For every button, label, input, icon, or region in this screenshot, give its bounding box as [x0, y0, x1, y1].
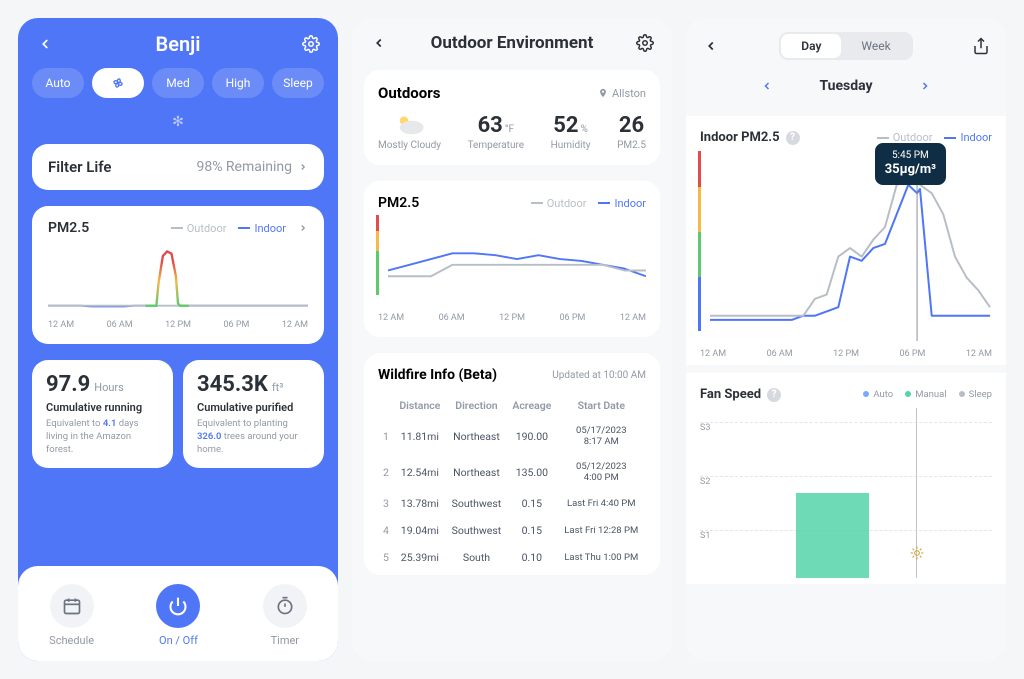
header: Day Week	[686, 18, 1006, 68]
seg-day[interactable]: Day	[781, 34, 841, 58]
temperature: 63°F Temperature	[468, 113, 525, 151]
wildfire-table: DistanceDirectionAcreageStart Date 111.8…	[378, 393, 646, 571]
level-s2: S2	[700, 477, 710, 487]
share-button[interactable]	[970, 35, 992, 57]
wildfire-title: Wildfire Info (Beta)	[378, 367, 497, 383]
stat-caption: Equivalent to planting 326.0 trees aroun…	[197, 418, 310, 456]
pm25-card: PM2.5 Outdoor Indoor 12 AM06 AM12 PM06 P…	[364, 181, 660, 337]
help-icon[interactable]: ?	[767, 388, 781, 402]
timer-button[interactable]: Timer	[263, 584, 307, 647]
pm25-card[interactable]: PM2.5 Outdoor Indoor 12 AM06 AM12 PM06 P…	[32, 206, 324, 344]
header: Benji	[18, 18, 338, 64]
filter-life-label: Filter Life	[48, 158, 112, 176]
mode-high[interactable]: High	[212, 68, 264, 98]
stat-label: Cumulative purified	[197, 401, 310, 414]
chevron-right-icon	[298, 223, 308, 233]
indoor-pm25-section: Indoor PM2.5? Outdoor Indoor 5:45 PM 35µ…	[686, 116, 1006, 365]
aqi-scale-bar	[698, 151, 701, 331]
fan-icon	[110, 75, 126, 91]
power-button[interactable]: On / Off	[156, 584, 200, 647]
timer-icon	[275, 596, 295, 616]
pm25-legend: Outdoor Indoor	[531, 197, 646, 210]
bottom-bar: Schedule On / Off Timer	[18, 566, 338, 661]
table-row[interactable]: 313.78miSouthwest0.15Last Fri 4:40 PM	[378, 490, 646, 517]
chevron-right-icon	[298, 162, 308, 172]
day-picker: Tuesday	[700, 72, 992, 104]
page-title: Benji	[156, 32, 201, 56]
fan-speed-section: Fan Speed? Auto Manual Sleep S3 S2 S1	[686, 373, 1006, 584]
x-axis: 12 AM06 AM12 PM06 PM12 AM	[378, 313, 646, 323]
help-icon[interactable]: ?	[786, 131, 800, 145]
pm25-title: PM2.5	[48, 220, 89, 236]
outdoors-title: Outdoors	[378, 84, 440, 102]
x-axis: 12 AM06 AM12 PM06 PM12 AM	[48, 320, 308, 330]
x-axis: 12 AM06 AM12 PM06 PM12 AM	[700, 349, 992, 359]
range-segmented-control: Day Week	[779, 32, 912, 60]
back-button[interactable]	[34, 33, 56, 55]
stat-value: 345.3K	[197, 372, 268, 397]
location-icon	[598, 88, 608, 98]
next-day-button[interactable]	[919, 80, 931, 92]
wildfire-card: Wildfire Info (Beta) Updated at 10:00 AM…	[364, 353, 660, 575]
schedule-button[interactable]: Schedule	[49, 584, 94, 647]
power-icon	[168, 596, 188, 616]
weather-condition: Mostly Cloudy	[378, 112, 441, 151]
section-title: Indoor PM2.5?	[700, 130, 800, 145]
chart-tooltip: 5:45 PM 35µg/m³	[875, 143, 946, 185]
pm25-legend: Outdoor Indoor	[171, 222, 308, 235]
filter-life-value: 98% Remaining	[196, 159, 308, 175]
outdoors-card: Outdoors Allston Mostly Cloudy 63°F Temp…	[364, 70, 660, 165]
device-panel: Benji Auto Med High Sleep ✻ Filter Life …	[18, 18, 338, 661]
day-label: Tuesday	[819, 78, 872, 94]
level-s3: S3	[700, 423, 710, 433]
pm25-title: PM2.5	[378, 195, 419, 211]
pm25-chart	[388, 215, 646, 305]
table-row[interactable]: 419.04miSouthwest0.15Last Fri 12:28 PM	[378, 517, 646, 544]
history-panel: Day Week Tuesday Indoor PM2.5? Outdoor I…	[686, 18, 1006, 661]
outdoor-panel: Outdoor Environment Outdoors Allston Mos…	[352, 18, 672, 661]
pm25: 26 PM2.5	[617, 113, 646, 151]
loading-icon: ✻	[18, 108, 338, 136]
fan-chart: S3 S2 S1	[700, 408, 992, 578]
seg-week[interactable]: Week	[841, 34, 910, 58]
page-title: Outdoor Environment	[431, 33, 594, 53]
stat-caption: Equivalent to 4.1 days living in the Ama…	[46, 418, 159, 456]
purified-card: 345.3Kft³ Cumulative purified Equivalent…	[183, 360, 324, 468]
pm25-chart	[48, 240, 308, 312]
cloud-icon	[393, 112, 427, 138]
aqi-scale-bar	[376, 215, 379, 295]
section-title: Fan Speed?	[700, 387, 781, 402]
fan-bar-manual	[796, 493, 869, 578]
stat-label: Cumulative running	[46, 401, 159, 414]
fan-legend: Auto Manual Sleep	[863, 389, 992, 400]
stat-value: 97.9	[46, 372, 90, 397]
filter-life-card[interactable]: Filter Life 98% Remaining	[32, 144, 324, 190]
sun-icon	[910, 546, 924, 560]
level-s1: S1	[700, 531, 710, 541]
wildfire-updated: Updated at 10:00 AM	[552, 370, 646, 381]
table-row[interactable]: 525.39miSouth0.10Last Thu 1:00 PM	[378, 544, 646, 571]
settings-button[interactable]	[300, 33, 322, 55]
humidity: 52% Humidity	[551, 113, 591, 151]
calendar-icon	[62, 596, 82, 616]
mode-sleep[interactable]: Sleep	[272, 68, 324, 98]
back-button[interactable]	[368, 32, 390, 54]
running-hours-card: 97.9Hours Cumulative running Equivalent …	[32, 360, 173, 468]
pm25-chart	[708, 151, 992, 341]
back-button[interactable]	[700, 35, 722, 57]
header: Outdoor Environment	[352, 18, 672, 62]
mode-selector: Auto Med High Sleep	[18, 64, 338, 108]
location-label[interactable]: Allston	[598, 87, 646, 100]
prev-day-button[interactable]	[761, 80, 773, 92]
table-row[interactable]: 212.54miNortheast135.0005/12/2023 4:00 P…	[378, 454, 646, 490]
mode-auto[interactable]: Auto	[32, 68, 84, 98]
settings-button[interactable]	[634, 32, 656, 54]
mode-fan[interactable]	[92, 68, 144, 98]
mode-med[interactable]: Med	[152, 68, 204, 98]
table-row[interactable]: 111.81miNortheast190.0005/17/2023 8:17 A…	[378, 418, 646, 454]
